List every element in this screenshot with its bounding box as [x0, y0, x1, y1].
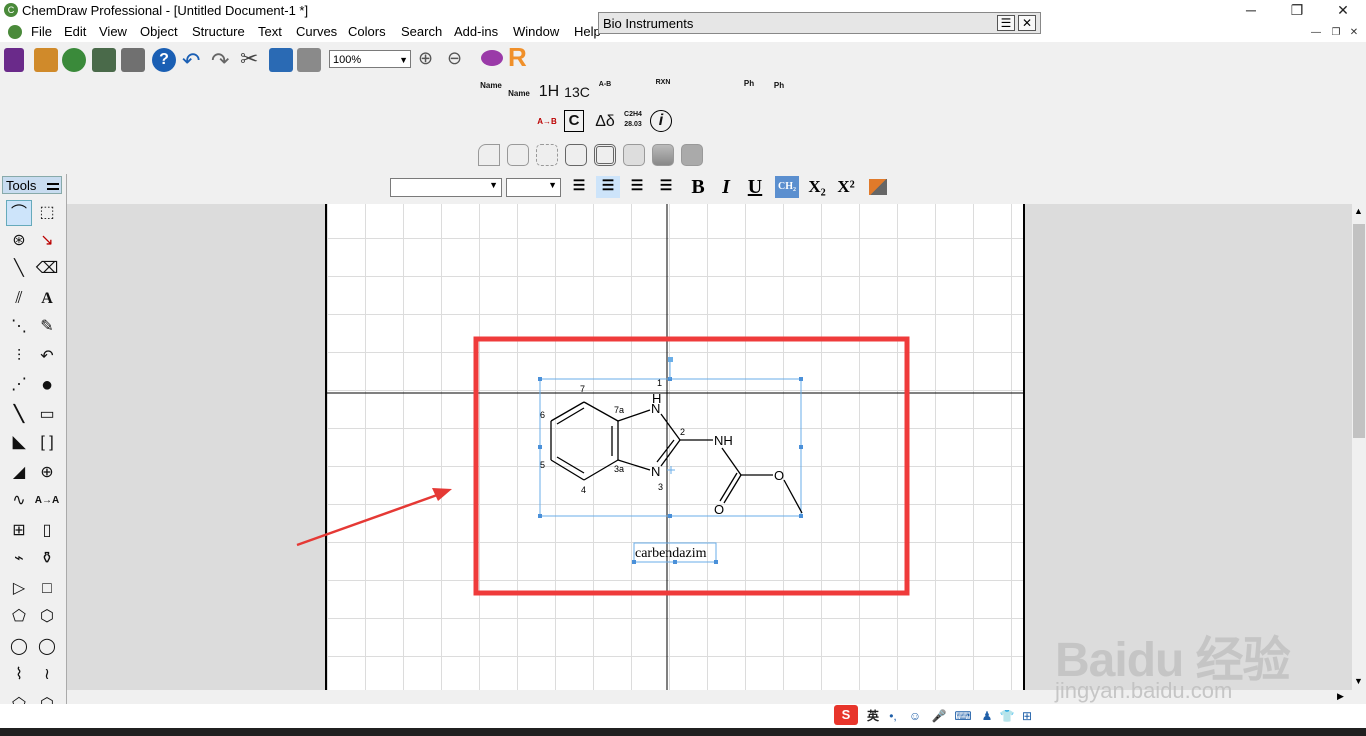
- emoji-icon[interactable]: ☺: [906, 707, 924, 725]
- rotation-handle: [668, 357, 673, 362]
- locant-5: 5: [540, 460, 545, 470]
- ime-menu-icon[interactable]: ⊞: [1018, 707, 1036, 725]
- locant-4: 4: [581, 485, 586, 495]
- pointer-arrowhead: [432, 488, 452, 501]
- locant-3a: 3a: [614, 464, 624, 474]
- benzene-ring: [550, 401, 619, 481]
- locant-7a: 7a: [614, 405, 624, 415]
- skin-icon[interactable]: 👕: [998, 707, 1016, 725]
- selection-handle: [538, 445, 542, 449]
- locant-7: 7: [580, 384, 585, 394]
- selection-handle: [538, 514, 542, 518]
- atom-label-nh: NH: [714, 433, 733, 448]
- taskbar: [0, 728, 1366, 736]
- microphone-icon[interactable]: 🎤: [930, 707, 948, 725]
- molecule-caption: carbendazim: [635, 546, 707, 561]
- scroll-up-icon[interactable]: ▲: [1354, 206, 1363, 216]
- vertical-scroll-thumb[interactable]: [1353, 224, 1365, 438]
- locant-3: 3: [658, 482, 663, 492]
- pointer-arrow-line: [296, 492, 441, 547]
- keyboard-icon[interactable]: ⌨: [954, 707, 972, 725]
- imidazole-and-carbamate: [617, 409, 803, 514]
- ime-language-toggle[interactable]: 英: [864, 707, 882, 725]
- scroll-right-icon[interactable]: ▶: [1337, 691, 1344, 702]
- vertical-scrollbar[interactable]: ▲ ▼: [1352, 204, 1366, 690]
- user-icon[interactable]: ♟: [978, 707, 996, 725]
- locant-2: 2: [680, 427, 685, 437]
- locant-6: 6: [540, 410, 545, 420]
- molecule-selection-box: [539, 378, 802, 517]
- atom-label-n3: N: [651, 464, 660, 479]
- watermark-url: jingyan.baidu.com: [1055, 678, 1233, 703]
- selection-handle: [714, 560, 718, 564]
- selection-handle: [668, 514, 672, 518]
- atom-label-o-ester: O: [774, 468, 784, 483]
- status-bar: [0, 704, 1366, 728]
- punctuation-icon[interactable]: •,: [884, 707, 902, 725]
- selection-handle: [538, 377, 542, 381]
- sogou-ime-icon[interactable]: S: [834, 705, 858, 725]
- selection-handle: [799, 445, 803, 449]
- selection-handle: [799, 514, 803, 518]
- atom-label-o-carbonyl: O: [714, 502, 724, 517]
- atom-label-n1: N: [651, 401, 660, 416]
- locant-1: 1: [657, 378, 662, 388]
- baidu-watermark: Baidu 经验 jingyan.baidu.com: [1045, 600, 1305, 703]
- scroll-down-icon[interactable]: ▼: [1354, 676, 1363, 686]
- selection-handle: [799, 377, 803, 381]
